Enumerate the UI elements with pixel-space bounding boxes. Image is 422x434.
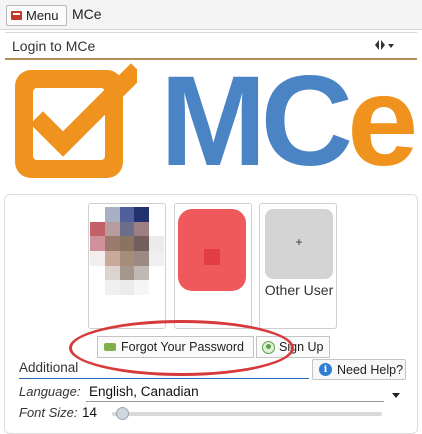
top-bar: Menu MCe xyxy=(0,0,422,30)
mce-logo-text: MCe xyxy=(160,50,418,193)
other-user-label: Other User xyxy=(264,282,334,298)
pixelated-avatar xyxy=(90,207,164,295)
menu-icon xyxy=(11,11,22,20)
info-icon: i xyxy=(319,363,332,376)
additional-section-title: Additional xyxy=(19,360,79,375)
user-icon xyxy=(262,340,275,354)
font-size-slider[interactable] xyxy=(112,412,382,416)
need-help-button[interactable]: i Need Help? xyxy=(312,359,406,380)
plus-icon: + xyxy=(295,235,303,249)
language-label: Language: xyxy=(19,384,81,399)
user-tile-1[interactable] xyxy=(88,203,166,329)
forgot-password-button[interactable]: Forgot Your Password xyxy=(97,336,254,358)
font-size-label: Font Size: xyxy=(19,405,78,420)
red-avatar xyxy=(178,209,246,291)
sign-up-label: Sign Up xyxy=(279,340,324,354)
font-size-slider-handle[interactable] xyxy=(116,407,129,420)
key-icon xyxy=(104,343,116,351)
need-help-label: Need Help? xyxy=(337,362,404,377)
additional-divider xyxy=(19,378,309,379)
other-user-avatar: + xyxy=(265,209,333,279)
sign-up-button[interactable]: Sign Up xyxy=(256,336,330,358)
menu-button[interactable]: Menu xyxy=(6,5,67,26)
app-title: MCe xyxy=(72,6,102,22)
forgot-password-label: Forgot Your Password xyxy=(121,340,244,354)
other-user-tile[interactable]: + Other User xyxy=(259,203,337,329)
user-tile-2[interactable] xyxy=(174,203,252,329)
chevron-down-icon[interactable] xyxy=(392,393,400,398)
language-underline xyxy=(86,401,384,402)
login-title: Login to MCe xyxy=(12,38,96,54)
menu-label: Menu xyxy=(26,8,59,23)
font-size-value: 14 xyxy=(82,405,98,420)
language-select[interactable]: English, Canadian xyxy=(89,384,199,399)
mce-checkmark-logo-icon xyxy=(15,63,137,178)
